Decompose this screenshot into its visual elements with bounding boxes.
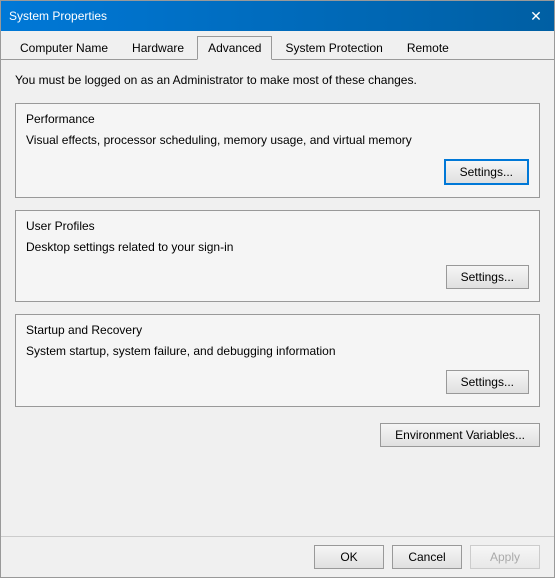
tab-computer-name[interactable]: Computer Name bbox=[9, 36, 119, 60]
performance-settings-button[interactable]: Settings... bbox=[444, 159, 529, 185]
startup-recovery-footer: Settings... bbox=[26, 370, 529, 394]
tab-hardware[interactable]: Hardware bbox=[121, 36, 195, 60]
env-variables-row: Environment Variables... bbox=[15, 423, 540, 447]
user-profiles-settings-button[interactable]: Settings... bbox=[446, 265, 529, 289]
tab-advanced[interactable]: Advanced bbox=[197, 36, 272, 60]
startup-recovery-settings-button[interactable]: Settings... bbox=[446, 370, 529, 394]
tab-remote[interactable]: Remote bbox=[396, 36, 460, 60]
system-properties-window: System Properties ✕ Computer Name Hardwa… bbox=[0, 0, 555, 578]
environment-variables-button[interactable]: Environment Variables... bbox=[380, 423, 540, 447]
startup-recovery-title: Startup and Recovery bbox=[26, 323, 529, 337]
tabs-bar: Computer Name Hardware Advanced System P… bbox=[1, 31, 554, 60]
bottom-bar: OK Cancel Apply bbox=[1, 536, 554, 577]
startup-recovery-description: System startup, system failure, and debu… bbox=[26, 343, 529, 360]
apply-button[interactable]: Apply bbox=[470, 545, 540, 569]
user-profiles-description: Desktop settings related to your sign-in bbox=[26, 239, 529, 256]
close-button[interactable]: ✕ bbox=[526, 6, 546, 26]
window-title: System Properties bbox=[9, 9, 107, 23]
performance-title: Performance bbox=[26, 112, 529, 126]
performance-footer: Settings... bbox=[26, 159, 529, 185]
user-profiles-section: User Profiles Desktop settings related t… bbox=[15, 210, 540, 303]
startup-recovery-section: Startup and Recovery System startup, sys… bbox=[15, 314, 540, 407]
cancel-button[interactable]: Cancel bbox=[392, 545, 462, 569]
performance-description: Visual effects, processor scheduling, me… bbox=[26, 132, 529, 149]
ok-button[interactable]: OK bbox=[314, 545, 384, 569]
performance-section: Performance Visual effects, processor sc… bbox=[15, 103, 540, 198]
tab-system-protection[interactable]: System Protection bbox=[274, 36, 393, 60]
user-profiles-footer: Settings... bbox=[26, 265, 529, 289]
content-area: You must be logged on as an Administrato… bbox=[1, 60, 554, 536]
info-text: You must be logged on as an Administrato… bbox=[15, 72, 540, 89]
title-bar: System Properties ✕ bbox=[1, 1, 554, 31]
user-profiles-title: User Profiles bbox=[26, 219, 529, 233]
